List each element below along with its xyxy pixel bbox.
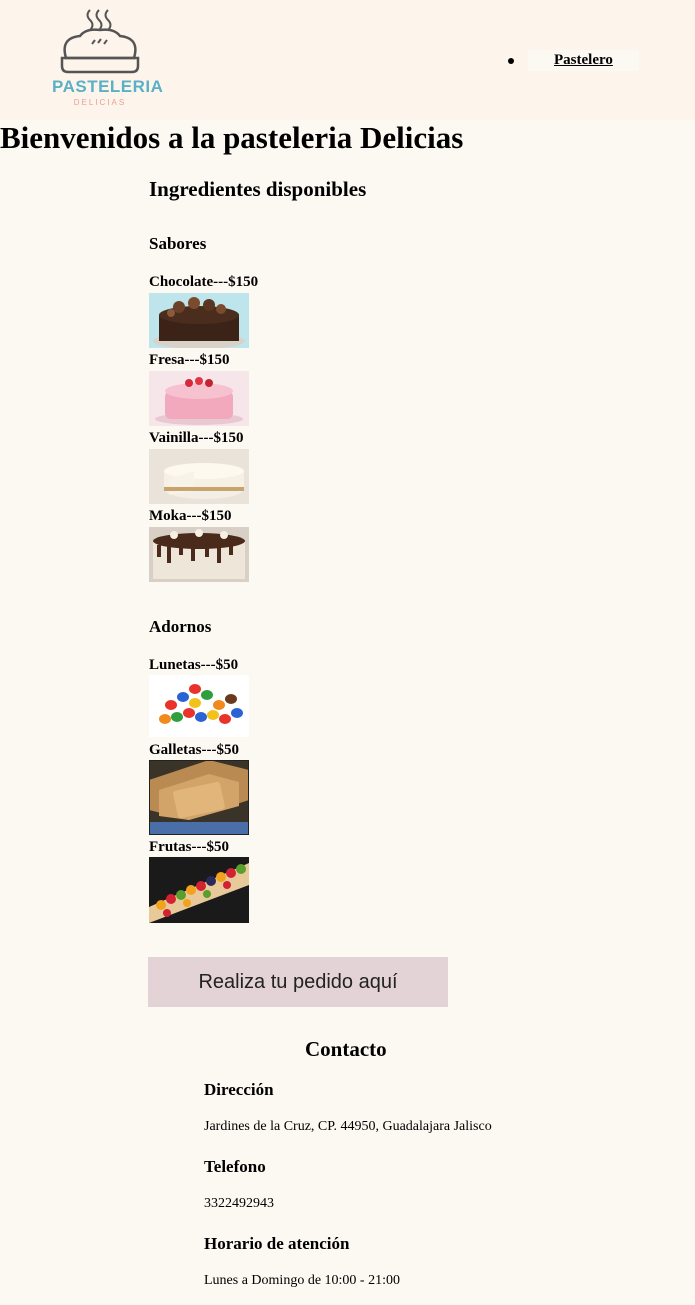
site-header: PASTELERIA DELICIAS Pastelero <box>0 0 695 120</box>
frutas-image <box>149 857 249 923</box>
contact-title: Contacto <box>305 1037 387 1061</box>
item-title-fresa: Fresa---$150 <box>149 352 230 368</box>
hours-text: Lunes a Domingo de 10:00 - 21:00 <box>204 1273 400 1288</box>
phone-title: Telefono <box>204 1157 266 1176</box>
ingredients-title: Ingredientes disponibles <box>149 177 367 201</box>
item-title-chocolate: Chocolate---$150 <box>149 274 259 290</box>
vanilla-cheesecake-image <box>149 449 249 504</box>
galletas-image <box>149 760 249 835</box>
strawberry-cake-image <box>149 371 249 426</box>
item-title-lunetas: Lunetas---$50 <box>149 657 239 673</box>
adornos-title: Adornos <box>149 617 212 636</box>
chocolate-cake-image <box>149 293 249 348</box>
logo-name: PASTELERIA <box>52 77 164 96</box>
sabores-title: Sabores <box>149 234 207 253</box>
phone-text: 3322492943 <box>204 1196 274 1211</box>
moka-cake-image <box>149 527 249 582</box>
item-title-vainilla: Vainilla---$150 <box>149 430 244 446</box>
lunetas-image <box>149 675 249 737</box>
address-title: Dirección <box>204 1080 274 1099</box>
address-text: Jardines de la Cruz, CP. 44950, Guadalaj… <box>204 1119 492 1134</box>
logo-subtitle: DELICIAS <box>73 98 127 107</box>
logo[interactable]: PASTELERIA DELICIAS <box>52 6 164 110</box>
nav-link-pastelero[interactable]: Pastelero <box>528 50 639 71</box>
bullet-icon <box>508 58 514 64</box>
item-title-moka: Moka---$150 <box>149 508 232 524</box>
main-nav: Pastelero <box>508 50 639 71</box>
page-title: Bienvenidos a la pasteleria Delicias <box>0 120 464 155</box>
hours-title: Horario de atención <box>204 1234 350 1253</box>
item-title-galletas: Galletas---$50 <box>149 742 239 758</box>
item-title-frutas: Frutas---$50 <box>149 839 229 855</box>
order-button[interactable]: Realiza tu pedido aquí <box>148 957 448 1007</box>
nav-item-pastelero: Pastelero <box>508 50 639 71</box>
pie-icon <box>60 9 140 74</box>
